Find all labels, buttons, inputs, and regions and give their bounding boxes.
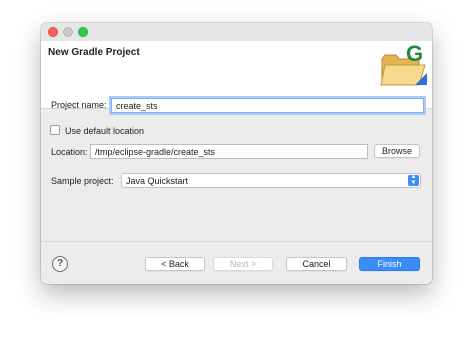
cancel-button[interactable]: Cancel <box>286 257 347 271</box>
chevron-up-down-icon: ▲ ▼ <box>408 174 419 186</box>
browse-button[interactable]: Browse <box>374 144 420 158</box>
question-mark-icon[interactable]: ? <box>52 256 68 272</box>
zoom-window-button[interactable] <box>78 27 88 37</box>
sample-project-value: Java Quickstart <box>126 176 189 186</box>
use-default-location-label[interactable]: Use default location <box>65 126 144 136</box>
footer-divider <box>41 241 432 242</box>
title-bar[interactable] <box>41 23 432 41</box>
use-default-location-checkbox[interactable] <box>50 125 60 135</box>
minimize-window-button[interactable] <box>63 27 73 37</box>
location-label: Location: <box>51 147 88 157</box>
page-title: New Gradle Project <box>48 47 140 58</box>
location-input[interactable]: /tmp/eclipse-gradle/create_sts <box>90 144 368 159</box>
project-name-label: Project name: <box>51 100 107 110</box>
new-gradle-project-dialog: New Gradle Project G Project name: creat… <box>41 23 432 284</box>
sample-project-select[interactable]: Java Quickstart ▲ ▼ <box>121 173 421 188</box>
finish-button[interactable]: Finish <box>359 257 420 271</box>
sample-project-label: Sample project: <box>51 176 114 186</box>
gradle-logo-letter: G <box>406 43 423 66</box>
close-window-button[interactable] <box>48 27 58 37</box>
gradle-folder-icon: G <box>380 43 427 86</box>
next-button: Next > <box>213 257 273 271</box>
back-button[interactable]: < Back <box>145 257 205 271</box>
project-name-input[interactable]: create_sts <box>111 98 424 113</box>
